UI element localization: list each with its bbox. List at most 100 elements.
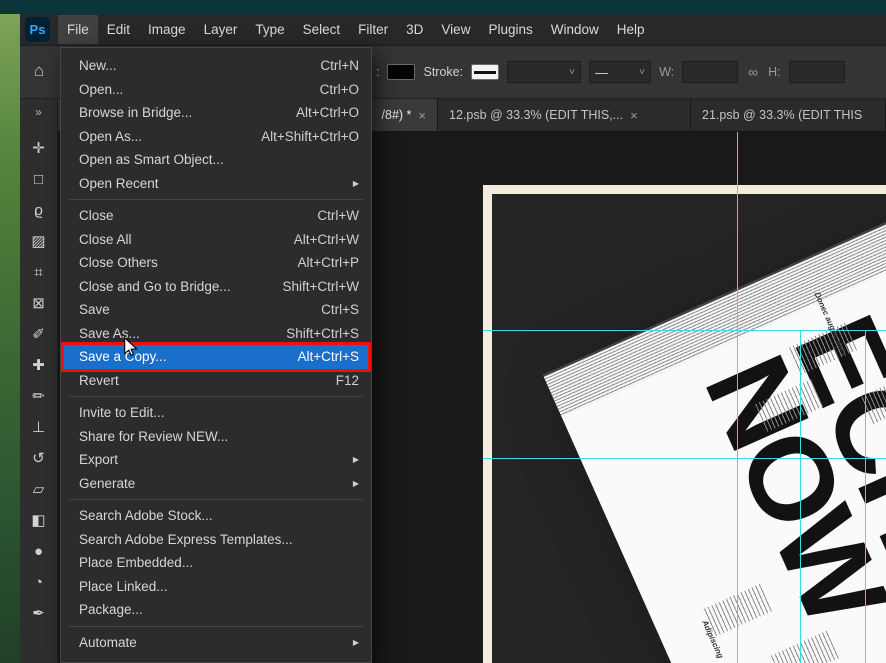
submenu-arrow-icon: ▶ — [352, 478, 359, 488]
width-input[interactable] — [682, 61, 739, 83]
dodge-tool[interactable]: ◔ — [26, 569, 52, 595]
menubar-item-file[interactable]: File — [58, 15, 98, 44]
guide-vertical — [800, 330, 801, 663]
guide-horizontal — [483, 330, 886, 331]
guide-vertical — [865, 330, 866, 663]
menu-item-place-embedded[interactable]: Place Embedded... — [61, 551, 371, 575]
menu-item-save[interactable]: Save Ctrl+S — [61, 298, 371, 322]
menu-item-open-as[interactable]: Open As... Alt+Shift+Ctrl+O — [61, 125, 371, 149]
stroke-swatch[interactable] — [471, 64, 500, 80]
menu-item-automate[interactable]: Automate ▶ — [61, 631, 371, 655]
stroke-label: Stroke: — [423, 65, 464, 79]
brush-tool[interactable]: ✏ — [26, 383, 52, 409]
frame-tool[interactable]: ⊠ — [26, 290, 52, 316]
menubar-item-layer[interactable]: Layer — [195, 15, 247, 44]
clone-stamp-tool[interactable]: ⊥ — [26, 414, 52, 440]
titlebar — [0, 0, 886, 14]
height-input[interactable] — [788, 61, 845, 83]
eraser-tool[interactable]: ▱ — [26, 476, 52, 502]
menu-separator — [69, 199, 363, 200]
fill-label: : — [376, 65, 380, 79]
menu-separator — [69, 396, 363, 397]
tab-close-icon[interactable]: × — [630, 108, 638, 123]
mock-text-column — [768, 630, 839, 663]
shape-options-controls: : Stroke: ˅ — ˅ W: ∞ H: — [376, 46, 845, 98]
menu-item-close-and-go-to-bridge[interactable]: Close and Go to Bridge... Shift+Ctrl+W — [61, 275, 371, 299]
menubar-item-type[interactable]: Type — [246, 15, 293, 44]
menubar-item-view[interactable]: View — [432, 15, 479, 44]
artboard-background: ECH NOW Adipiscing Donec augue duis — [492, 194, 886, 663]
menu-item-close-all[interactable]: Close All Alt+Ctrl+W — [61, 228, 371, 252]
object-selection-tool[interactable]: ▨ — [26, 228, 52, 254]
menu-item-browse-in-bridge[interactable]: Browse in Bridge... Alt+Ctrl+O — [61, 101, 371, 125]
menu-item-revert[interactable]: Revert F12 — [61, 369, 371, 393]
pen-tool[interactable]: ✒ — [26, 600, 52, 626]
menu-item-open-as-smart-object[interactable]: Open as Smart Object... — [61, 148, 371, 172]
photoshop-logo: Ps — [25, 17, 50, 42]
menu-item-generate[interactable]: Generate ▶ — [61, 472, 371, 496]
menu-item-invite-to-edit[interactable]: Invite to Edit... — [61, 401, 371, 425]
menubar: Ps File Edit Image Layer Type Select Fil… — [20, 14, 886, 46]
menubar-item-window[interactable]: Window — [542, 15, 608, 44]
tab-close-icon[interactable]: × — [418, 108, 426, 123]
healing-brush-tool[interactable]: ✚ — [26, 352, 52, 378]
menubar-item-edit[interactable]: Edit — [98, 15, 139, 44]
menubar-item-plugins[interactable]: Plugins — [479, 15, 541, 44]
guide-horizontal — [483, 458, 886, 459]
crop-tool[interactable]: ⌗ — [26, 259, 52, 285]
line-style-sample: — — [595, 64, 609, 80]
move-tool[interactable]: ✛ — [26, 135, 52, 161]
menu-item-place-linked[interactable]: Place Linked... — [61, 575, 371, 599]
link-dimensions-icon[interactable]: ∞ — [746, 64, 760, 80]
submenu-arrow-icon: ▶ — [352, 455, 359, 465]
tab-title: /8#) * — [381, 108, 412, 122]
submenu-arrow-icon: ▶ — [352, 637, 359, 647]
menu-separator — [69, 499, 363, 500]
height-label: H: — [768, 65, 781, 79]
annotation-highlight-box — [61, 342, 371, 372]
width-label: W: — [659, 65, 675, 79]
poster-mockup: ECH NOW Adipiscing Donec augue duis — [543, 194, 886, 663]
tool-panel: » ✛ □ ϱ ▨ ⌗ ⊠ ✐ ✚ ✏ ⊥ ↺ ▱ ◧ ● ◔ ✒ — [20, 99, 58, 663]
mouse-cursor — [124, 336, 138, 356]
menubar-item-help[interactable]: Help — [608, 15, 654, 44]
eyedropper-tool[interactable]: ✐ — [26, 321, 52, 347]
stroke-preview-line — [474, 71, 497, 74]
stroke-width-dropdown[interactable]: ˅ — [507, 61, 582, 83]
document-tab-3[interactable]: 21.psb @ 33.3% (EDIT THIS — [691, 99, 886, 131]
menu-item-share-for-review[interactable]: Share for Review NEW... — [61, 425, 371, 449]
tab-title: 12.psb @ 33.3% (EDIT THIS,... — [449, 108, 624, 122]
chevron-down-icon: ˅ — [639, 66, 646, 78]
menubar-item-select[interactable]: Select — [294, 15, 350, 44]
blur-tool[interactable]: ● — [26, 538, 52, 564]
chevron-down-icon: ˅ — [569, 66, 576, 78]
history-brush-tool[interactable]: ↺ — [26, 445, 52, 471]
menu-separator — [69, 625, 363, 627]
menu-item-close-others[interactable]: Close Others Alt+Ctrl+P — [61, 251, 371, 275]
fill-swatch[interactable] — [387, 64, 416, 80]
menu-item-open[interactable]: Open... Ctrl+O — [61, 78, 371, 102]
menu-item-search-adobe-express-templates[interactable]: Search Adobe Express Templates... — [61, 528, 371, 552]
menubar-item-filter[interactable]: Filter — [349, 15, 397, 44]
guide-vertical — [737, 132, 738, 663]
lasso-tool[interactable]: ϱ — [26, 197, 52, 223]
home-icon[interactable]: ⌂ — [34, 61, 44, 81]
menu-item-export[interactable]: Export ▶ — [61, 448, 371, 472]
menubar-item-3d[interactable]: 3D — [397, 15, 432, 44]
gradient-tool[interactable]: ◧ — [26, 507, 52, 533]
artboard: ECH NOW Adipiscing Donec augue duis — [483, 185, 886, 663]
menu-item-search-adobe-stock[interactable]: Search Adobe Stock... — [61, 504, 371, 528]
menu-item-close[interactable]: Close Ctrl+W — [61, 204, 371, 228]
desktop-wallpaper — [0, 14, 20, 663]
tab-title: 21.psb @ 33.3% (EDIT THIS — [702, 108, 863, 122]
menu-item-new[interactable]: New... Ctrl+N — [61, 54, 371, 78]
submenu-arrow-icon: ▶ — [352, 178, 359, 188]
document-tab-2[interactable]: 12.psb @ 33.3% (EDIT THIS,... × — [438, 99, 691, 131]
file-menu-dropdown: New... Ctrl+N Open... Ctrl+O Browse in Bri… — [60, 47, 372, 663]
stroke-type-dropdown[interactable]: — ˅ — [589, 61, 652, 83]
rectangular-marquee-tool[interactable]: □ — [26, 166, 52, 192]
menu-item-package[interactable]: Package... — [61, 598, 371, 622]
menubar-item-image[interactable]: Image — [139, 15, 195, 44]
panel-expand-icon[interactable]: » — [35, 105, 42, 119]
menu-item-open-recent[interactable]: Open Recent ▶ — [61, 172, 371, 196]
